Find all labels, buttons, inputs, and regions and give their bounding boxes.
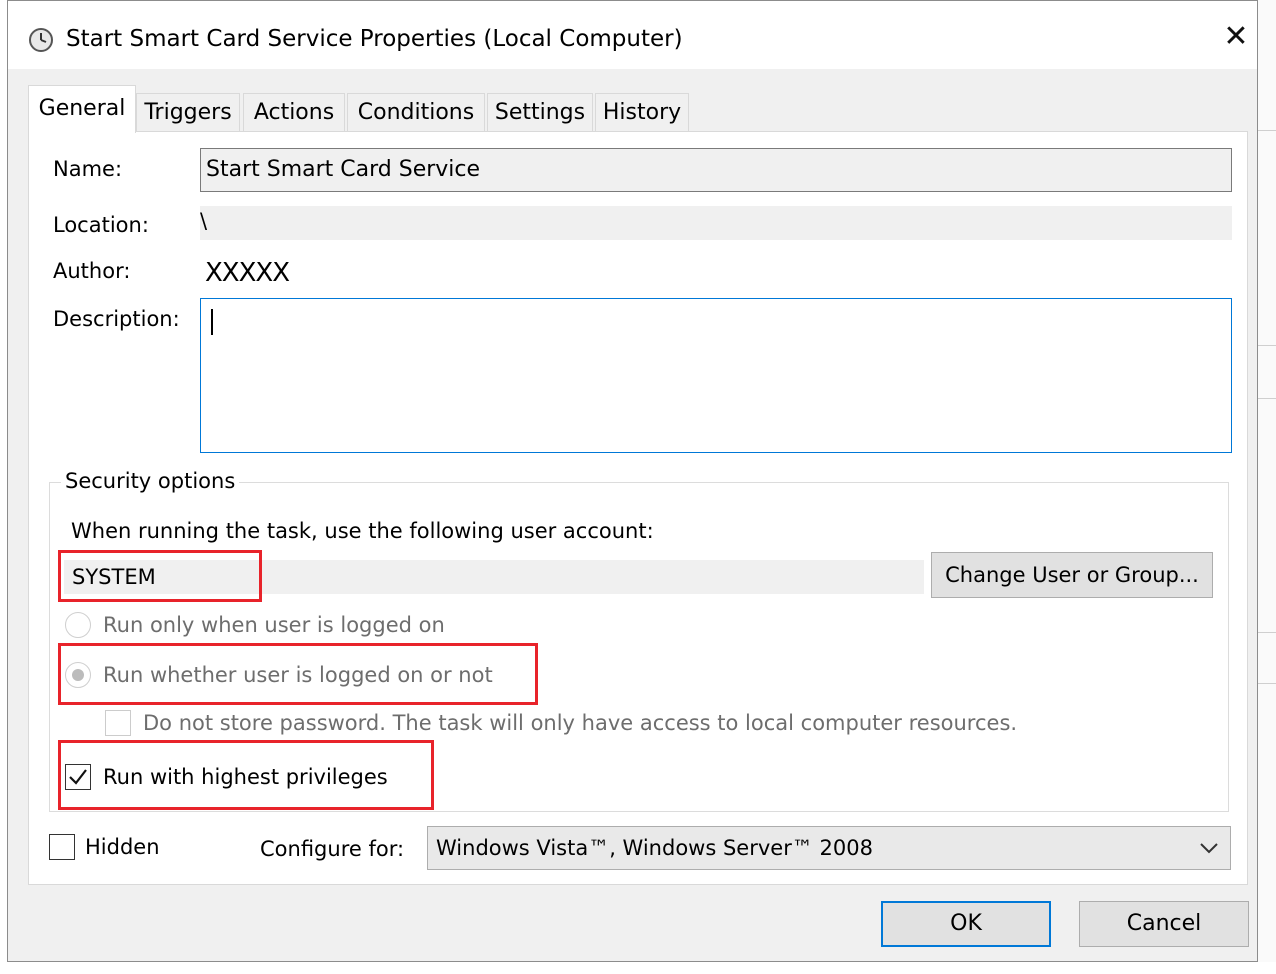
general-tab-panel: Name: Start Smart Card Service Location:…: [28, 131, 1248, 885]
configure-for-select[interactable]: Windows Vista™, Windows Server™ 2008: [427, 826, 1231, 870]
author-label: Author:: [53, 259, 131, 283]
radio-run-only-logged-on-label: Run only when user is logged on: [103, 613, 445, 637]
hidden-checkbox[interactable]: [49, 834, 75, 860]
do-not-store-password-label: Do not store password. The task will onl…: [143, 711, 1018, 735]
description-field[interactable]: [200, 298, 1232, 453]
tab-triggers-label: Triggers: [144, 100, 232, 125]
tab-settings[interactable]: Settings: [487, 93, 593, 131]
account-prompt: When running the task, use the following…: [71, 519, 654, 543]
configure-for-label: Configure for:: [260, 837, 405, 861]
tab-general-label: General: [38, 96, 126, 121]
task-properties-dialog: Start Smart Card Service Properties (Loc…: [7, 0, 1258, 962]
tab-actions[interactable]: Actions: [243, 93, 345, 131]
name-field[interactable]: Start Smart Card Service: [200, 148, 1232, 192]
description-label: Description:: [53, 307, 180, 331]
tab-history-label: History: [602, 100, 682, 125]
text-caret: [211, 309, 213, 335]
window-title: Start Smart Card Service Properties (Loc…: [66, 26, 683, 52]
highlight-box-highest-privileges: [58, 740, 434, 810]
location-label: Location:: [53, 213, 149, 237]
tab-actions-label: Actions: [253, 100, 335, 125]
location-value: \: [200, 209, 208, 233]
author-value: XXXXX: [205, 258, 290, 288]
clock-icon: [29, 28, 53, 52]
highlight-box-account: [58, 550, 262, 602]
tab-triggers[interactable]: Triggers: [136, 93, 240, 131]
title-bar: Start Smart Card Service Properties (Loc…: [8, 1, 1257, 69]
tab-settings-label: Settings: [494, 100, 586, 125]
background-window-right: [1258, 0, 1276, 974]
radio-run-only-logged-on[interactable]: [65, 612, 91, 638]
do-not-store-password-checkbox[interactable]: [105, 710, 131, 736]
change-user-or-group-button[interactable]: Change User or Group...: [931, 552, 1213, 598]
chevron-down-icon: [1200, 843, 1218, 854]
highlight-box-run-whether: [58, 643, 538, 705]
close-button[interactable]: ✕: [1214, 17, 1258, 57]
tab-conditions-label: Conditions: [357, 100, 475, 125]
ok-button[interactable]: OK: [881, 901, 1051, 947]
tab-general[interactable]: General: [28, 85, 136, 133]
location-field: \: [200, 206, 1232, 240]
name-label: Name:: [53, 157, 123, 181]
tab-history[interactable]: History: [595, 93, 689, 131]
hidden-label: Hidden: [85, 835, 160, 859]
close-icon: ✕: [1223, 19, 1249, 54]
security-options-legend: Security options: [61, 466, 240, 496]
cancel-button[interactable]: Cancel: [1079, 901, 1249, 947]
background-window-bottom: [0, 962, 1276, 974]
tab-conditions[interactable]: Conditions: [347, 93, 485, 131]
configure-for-value: Windows Vista™, Windows Server™ 2008: [436, 836, 873, 860]
